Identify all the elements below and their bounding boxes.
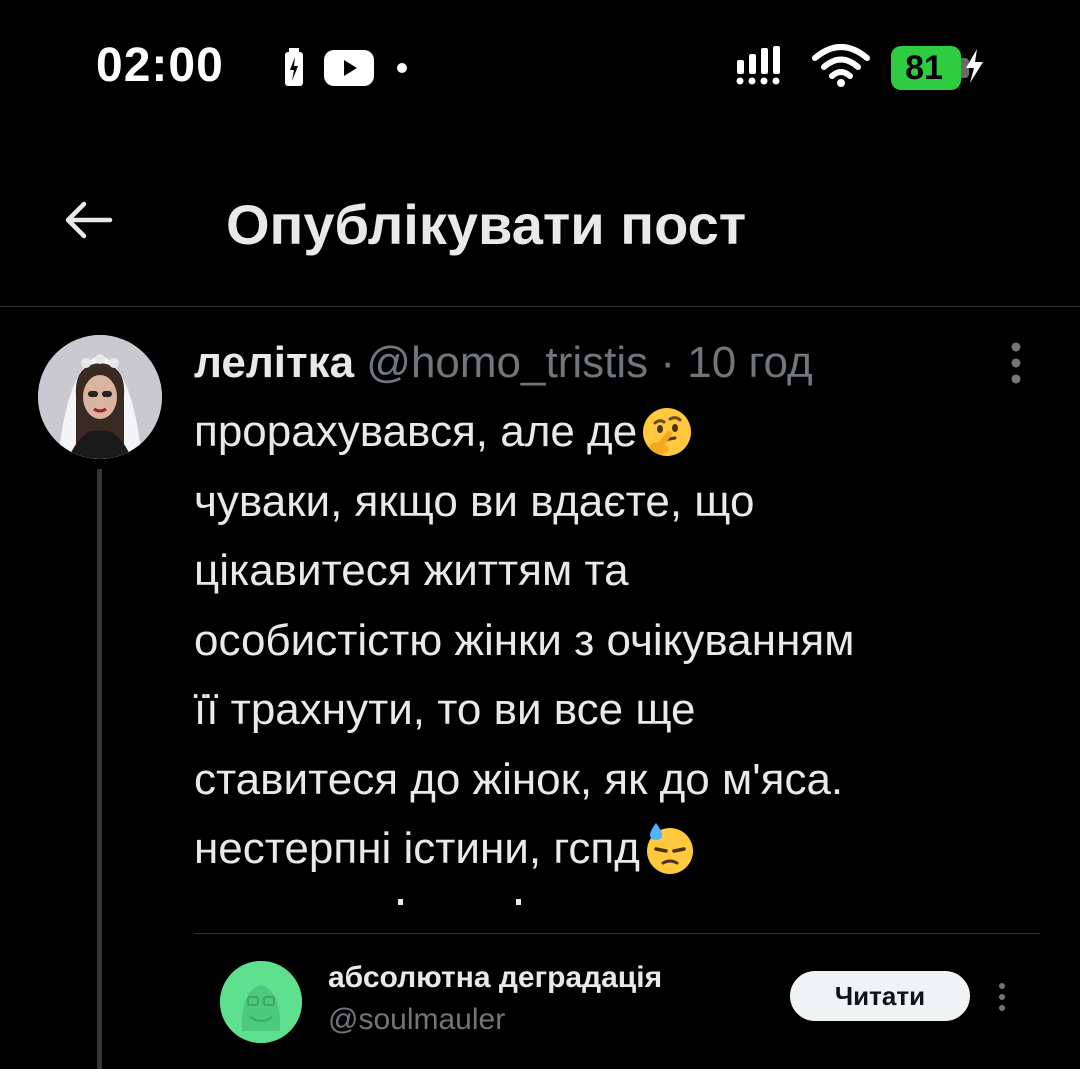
post-line-text: ставитеся до жінок, як до м'яса.	[194, 754, 844, 804]
post-more-button[interactable]	[996, 337, 1036, 389]
arrow-left-icon	[65, 201, 113, 239]
post-line: ставитеся до жінок, як до м'яса.	[194, 745, 1054, 815]
status-right-icons: 81	[735, 43, 985, 93]
post[interactable]: лелітка @homo_tristis · 10 год прорахува…	[0, 307, 1080, 1069]
back-button[interactable]	[56, 188, 120, 252]
charging-bolt-icon	[963, 48, 985, 88]
app-header: Опублікувати пост	[0, 150, 1080, 307]
page-title: Опублікувати пост	[226, 193, 747, 256]
card-divider	[194, 933, 1040, 934]
wifi-icon	[811, 43, 871, 93]
suggestion-name[interactable]: абсолютна деградація	[328, 961, 662, 995]
suggestion-more-button[interactable]	[990, 975, 1014, 1019]
battery-saver-icon	[284, 47, 304, 93]
post-line: її трахнути, то ви все ще	[194, 675, 1054, 745]
battery-level: 81	[891, 46, 961, 90]
thread-line	[97, 469, 102, 1069]
post-line-text: прорахувався, але де	[194, 407, 638, 456]
more-vertical-icon	[999, 983, 1005, 1011]
post-header: лелітка @homo_tristis · 10 год	[194, 337, 813, 389]
post-line-text: нестерпні істини, гспд	[194, 824, 640, 873]
signal-icon	[735, 45, 791, 91]
post-line-text: цікавитеся життям та	[194, 546, 629, 595]
post-line-text: чуваки, якщо ви вдаєте, що	[194, 476, 755, 526]
post-line: особистістю жінки з очікуванням	[194, 606, 1054, 676]
follow-button[interactable]: Читати	[790, 971, 970, 1021]
status-left-icons	[284, 47, 410, 93]
suggestion-handle[interactable]: @soulmauler	[328, 1003, 505, 1037]
post-line-text: особистістю жінки з очікуванням	[194, 615, 855, 665]
status-bar: 02:00 81	[0, 0, 1080, 130]
post-time: 10 год	[687, 338, 813, 387]
thinking-face-emoji	[643, 407, 692, 456]
author-name[interactable]: лелітка	[194, 338, 354, 387]
post-line: прорахувався, але де	[194, 397, 1054, 467]
post-line: нестерпні істини, гспд	[194, 814, 1054, 884]
author-handle[interactable]: @homo_tristis	[366, 338, 648, 387]
suggestion-avatar[interactable]	[220, 961, 302, 1043]
clipped-text-fragments	[398, 899, 521, 905]
status-time: 02:00	[96, 39, 224, 92]
separator-dot: ·	[660, 338, 676, 387]
battery-icon: 81	[891, 46, 985, 90]
post-line: чуваки, якщо ви вдаєте, що	[194, 467, 1054, 537]
avatar[interactable]	[38, 335, 162, 459]
notification-dot-icon	[394, 60, 410, 81]
more-vertical-icon	[1011, 342, 1021, 384]
post-text: прорахувався, але де чуваки, якщо ви вда…	[194, 397, 1054, 884]
downcast-face-with-sweat-emoji	[646, 822, 693, 874]
youtube-icon	[324, 49, 374, 91]
post-line: цікавитеся життям та	[194, 536, 1054, 606]
post-line-text: її трахнути, то ви все ще	[194, 685, 696, 734]
